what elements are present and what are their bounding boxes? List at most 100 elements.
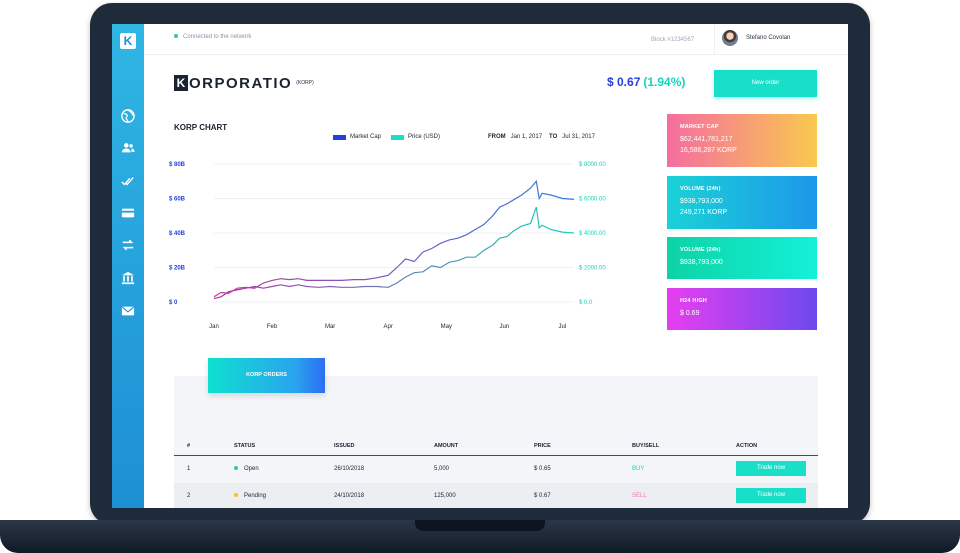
trade-now-button[interactable]: Trade now — [736, 461, 806, 476]
stat-card[interactable]: VOLUME (24h) $938,793,000 — [667, 237, 817, 279]
col-header-amount[interactable]: AMOUNT — [434, 443, 458, 449]
y-right-tick-label: $ 8000.00 — [579, 162, 606, 168]
col-header-status[interactable]: STATUS — [234, 443, 255, 449]
sidebar: K — [112, 24, 146, 508]
top-bar: Connected to the network Block #1234567 … — [144, 24, 848, 55]
app-logo[interactable]: K — [120, 33, 136, 49]
avatar[interactable] — [722, 30, 738, 46]
y-left-tick-label: $ 80B — [169, 162, 186, 168]
row-price: $ 0.67 — [534, 493, 551, 499]
sidebar-item-bank[interactable] — [112, 267, 144, 289]
stat-title: VOLUME (24h) — [680, 186, 721, 192]
korp-orders-tab[interactable]: KORP ORDERS — [208, 358, 325, 393]
legend-label-market-cap: Market Cap — [350, 134, 382, 140]
users-icon — [121, 143, 135, 153]
globe-icon — [121, 109, 135, 123]
y-right-tick-label: $ 6000.00 — [579, 197, 606, 203]
user-name[interactable]: Stefano Covolan — [746, 35, 790, 41]
sidebar-item-users[interactable] — [112, 137, 144, 159]
stat-card[interactable]: H24 HIGH $ 0.69 — [667, 288, 817, 330]
stat-value: $938,793,000 — [680, 259, 723, 266]
x-tick-label: May — [441, 324, 452, 330]
y-right-tick-label: $ 4000.00 — [579, 231, 606, 237]
legend-swatch-market-cap — [333, 134, 346, 140]
stat-title: H24 HIGH — [680, 298, 707, 304]
row-status: Pending — [234, 493, 266, 499]
x-tick-label: Feb — [267, 324, 278, 330]
row-price: $ 0.65 — [534, 466, 551, 472]
x-tick-label: Jan — [209, 324, 219, 330]
sidebar-item-transfers[interactable] — [112, 234, 144, 256]
stat-secondary-value: 16,586,287 KORP — [680, 147, 737, 154]
table-row[interactable]: 1 Open 26/10/2018 5,000 $ 0.65 BUY Trade… — [174, 456, 818, 482]
sidebar-item-cards[interactable] — [112, 202, 144, 224]
brand-symbol: (KORP) — [296, 80, 314, 86]
network-status: Connected to the network — [174, 34, 251, 40]
app-screen: K Connected to the network Block #123456… — [112, 24, 848, 508]
sidebar-item-checks[interactable] — [112, 170, 144, 192]
new-order-button[interactable]: New order — [714, 70, 817, 97]
double-check-icon — [121, 177, 134, 186]
range-from-date: Jan 1, 2017 — [510, 134, 543, 140]
row-side: SELL — [632, 493, 647, 499]
legend-item-market-cap[interactable]: Market Cap — [333, 134, 381, 140]
row-number: 2 — [187, 493, 191, 499]
row-status: Open — [234, 466, 259, 472]
stat-card[interactable]: VOLUME (24h) $938,793,000 249,271 KORP — [667, 176, 817, 229]
range-to-date: Jul 31, 2017 — [562, 134, 595, 140]
col-header-action: ACTION — [736, 443, 758, 449]
series-line-price — [213, 206, 575, 300]
current-price: $ 0.67 (1.94%) — [607, 75, 685, 89]
row-issued: 24/10/2018 — [334, 493, 365, 499]
stat-title: MARKET CAP — [680, 124, 719, 130]
y-right-tick-label: $ 2000.00 — [579, 266, 606, 272]
sidebar-item-globe[interactable] — [112, 100, 146, 132]
block-number: Block #1234567 — [651, 37, 695, 43]
x-tick-label: Apr — [384, 324, 393, 330]
trade-now-button[interactable]: Trade now — [736, 488, 806, 503]
main-content: Connected to the network Block #1234567 … — [144, 24, 848, 508]
bank-icon — [121, 271, 135, 285]
stat-value: $938,793,000 — [680, 198, 723, 205]
x-tick-label: Jul — [559, 324, 567, 330]
y-left-tick-label: $ 0 — [169, 300, 178, 306]
credit-card-icon — [121, 208, 135, 218]
row-issued: 26/10/2018 — [334, 466, 365, 472]
legend-item-price[interactable]: Price (USD) — [391, 134, 440, 140]
laptop-notch — [415, 520, 545, 531]
legend-swatch-price — [391, 134, 404, 140]
row-amount: 5,000 — [434, 466, 450, 472]
price-change: (1.94%) — [643, 75, 686, 89]
row-number: 1 — [187, 466, 191, 472]
col-header-buy-sell[interactable]: BUY/SELL — [632, 443, 659, 449]
y-left-tick-label: $ 20B — [169, 266, 186, 272]
sidebar-item-mail[interactable] — [112, 300, 144, 322]
x-tick-label: Jun — [499, 324, 509, 330]
col-header-issued[interactable]: ISSUED — [334, 443, 354, 449]
price-value: $ 0.67 — [607, 75, 641, 89]
brand-logo-mark: K — [174, 75, 188, 91]
row-status-text: Open — [244, 466, 259, 472]
col-header-price[interactable]: PRICE — [534, 443, 551, 449]
mail-icon — [121, 306, 135, 316]
stat-value: $ 0.69 — [680, 310, 700, 317]
stat-card[interactable]: MARKET CAP $62,441,781,217 16,586,287 KORP — [667, 114, 817, 167]
topbar-divider — [714, 24, 715, 54]
brand-name: ORPORATIO — [189, 74, 293, 92]
brand-logo: K ORPORATIO (KORP) — [174, 74, 314, 92]
date-range[interactable]: FROM Jan 1, 2017 TO Jul 31, 2017 — [488, 134, 595, 140]
col-header-number: # — [187, 443, 191, 449]
legend-label-price: Price (USD) — [408, 134, 441, 140]
stat-secondary-value: 249,271 KORP — [680, 209, 728, 216]
stat-value: $62,441,781,217 — [680, 136, 733, 143]
chart-title: KORP CHART — [174, 123, 228, 132]
status-dot — [234, 466, 238, 471]
y-left-tick-label: $ 40B — [169, 231, 186, 237]
network-status-text: Connected to the network — [183, 34, 252, 40]
row-side: BUY — [632, 466, 645, 472]
korp-line-chart: $ 80B $ 60B $ 40B $ 20B $ 0 $ 8000.00 $ 6000.0… — [169, 162, 606, 330]
table-row[interactable]: 2 Pending 24/10/2018 125,000 $ 0.67 SELL… — [174, 483, 818, 508]
y-left-tick-label: $ 60B — [169, 197, 186, 203]
transfer-arrows-icon — [122, 239, 134, 251]
stat-title: VOLUME (24h) — [680, 247, 721, 253]
